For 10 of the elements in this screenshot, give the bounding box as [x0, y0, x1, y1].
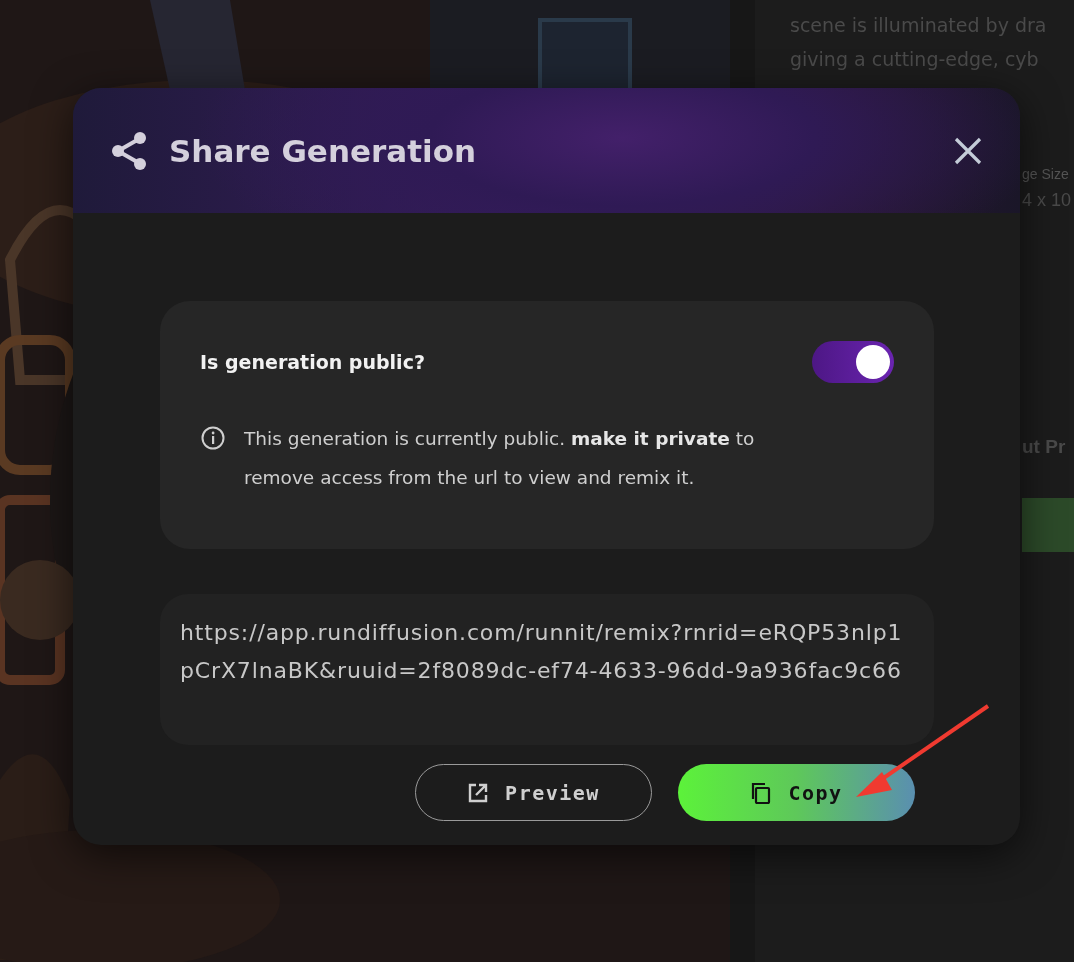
info-icon [200, 425, 226, 451]
share-icon [109, 130, 149, 171]
public-toggle[interactable] [812, 341, 894, 383]
url-field[interactable]: https://app.rundiffusion.com/runnit/remix?rnrid=eRQP53nlp1pCrX7lnaBK&ruuid=2f8089dc-ef74-4633-96dd-9a936fac9c66 [160, 594, 934, 745]
toggle-label: Is generation public? [200, 351, 425, 373]
copy-icon [750, 781, 773, 804]
info-text: This generation is currently public. make it private to remove access from the url to view and remix it. [244, 427, 756, 490]
external-link-icon [467, 781, 490, 804]
copy-button[interactable]: Copy [678, 764, 915, 821]
dialog-title: Share Generation [169, 132, 477, 169]
